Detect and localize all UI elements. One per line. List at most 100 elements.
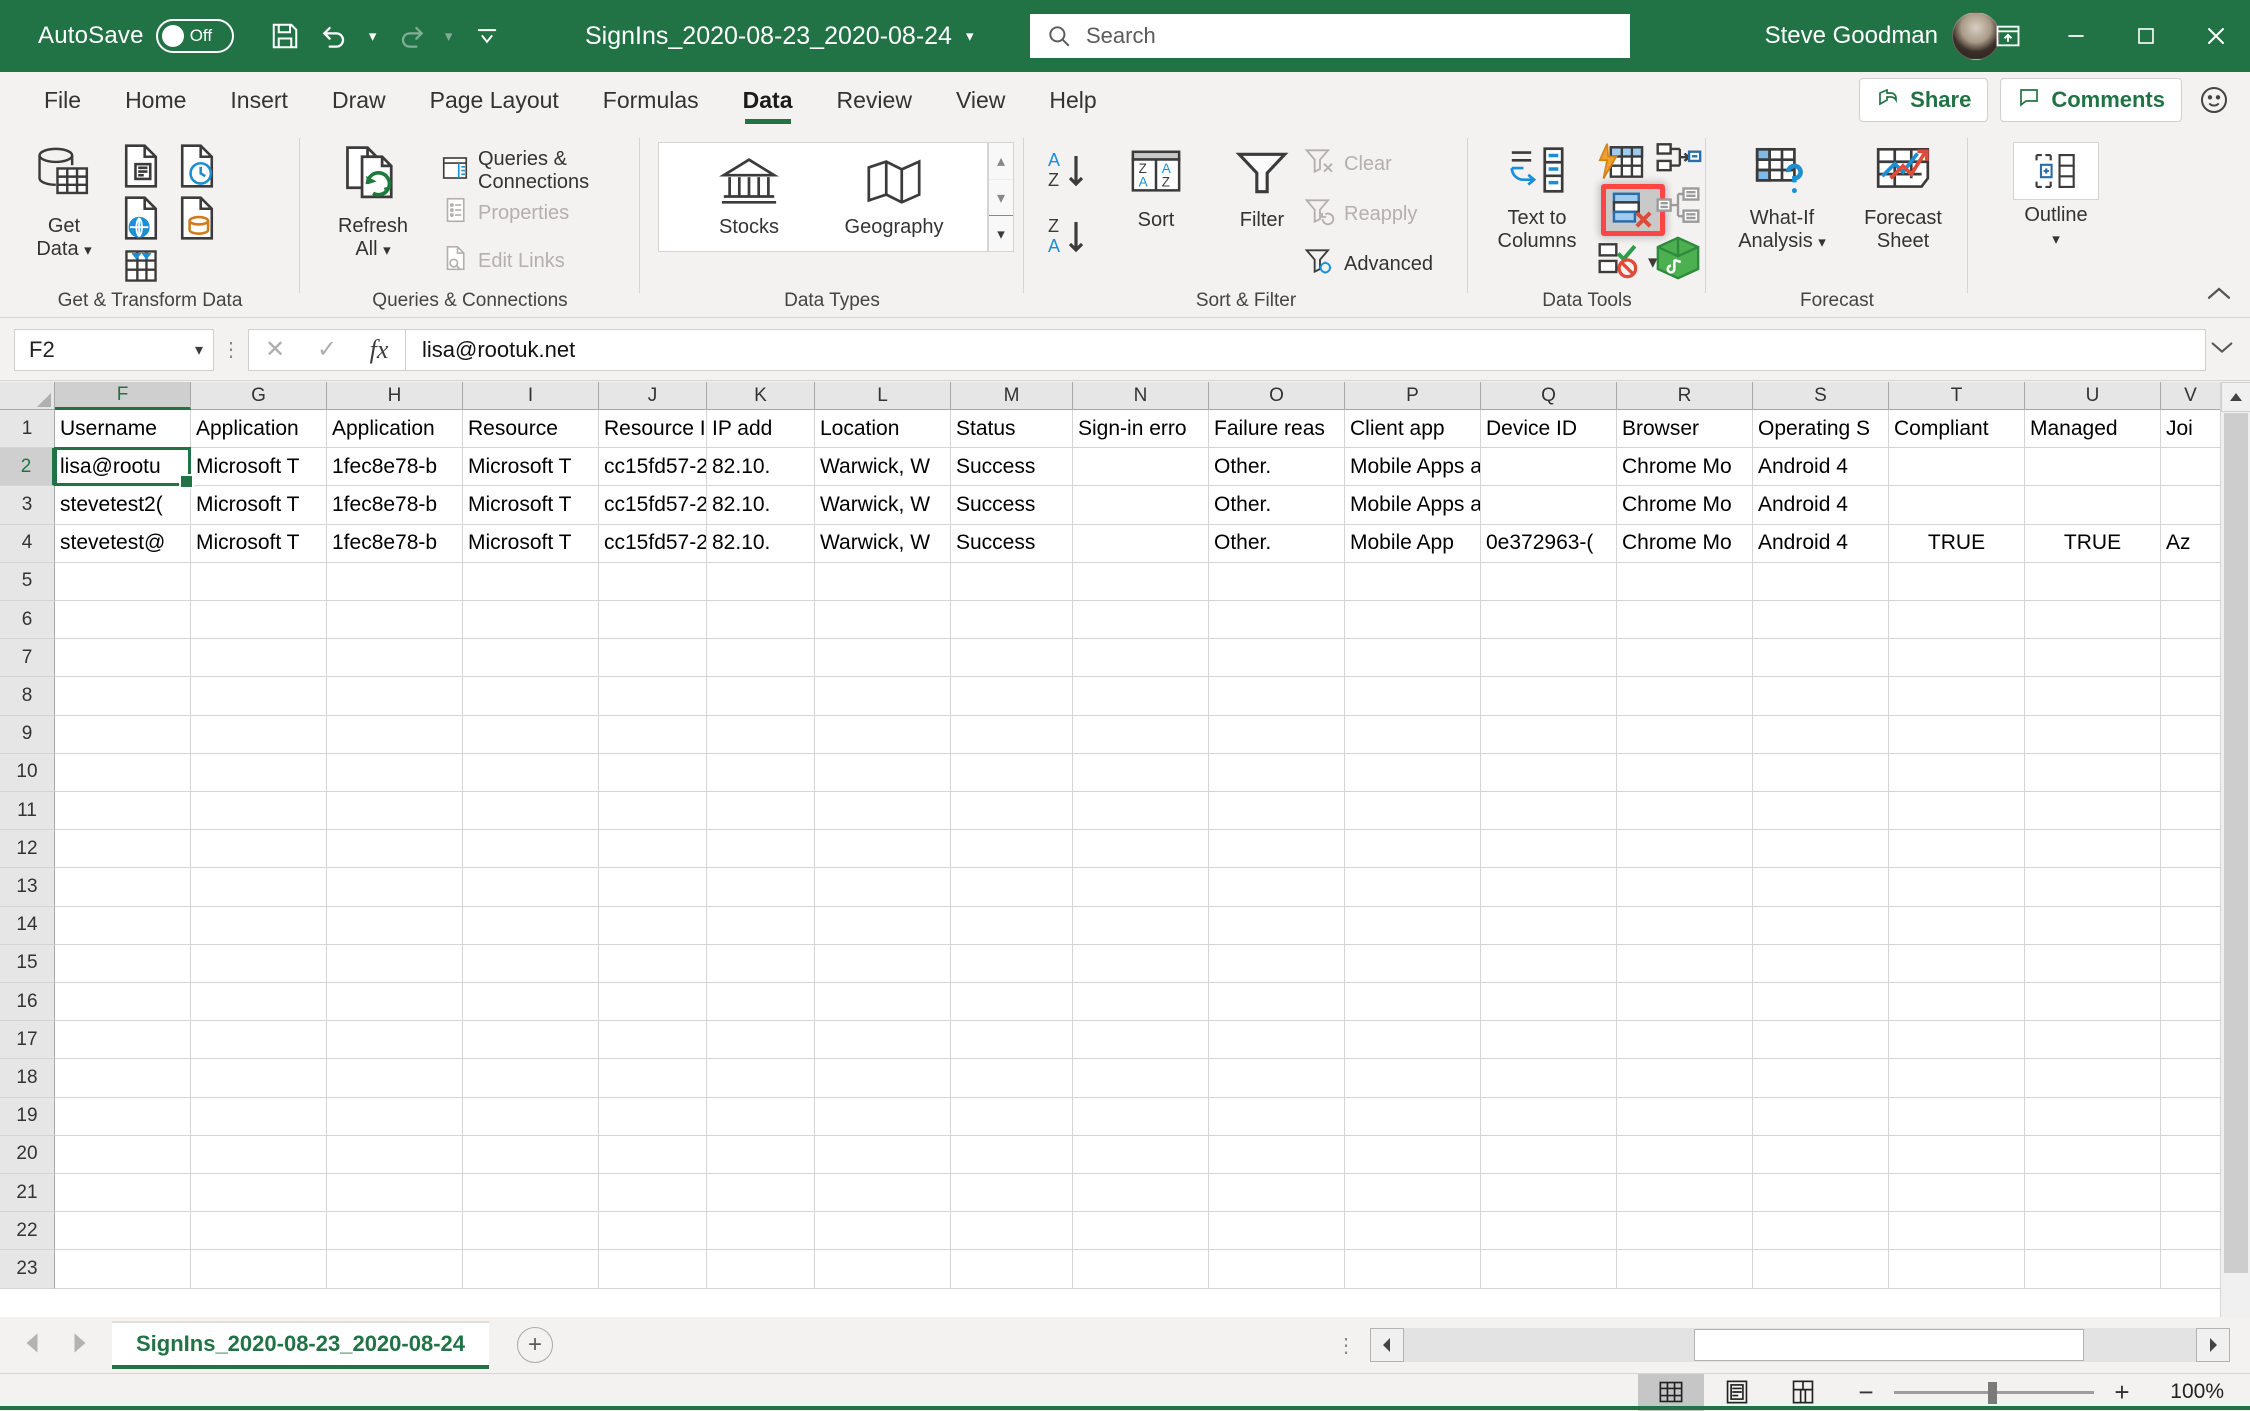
row-header-21[interactable]: 21 xyxy=(0,1174,55,1213)
cell-M7[interactable] xyxy=(951,639,1073,678)
cell-R12[interactable] xyxy=(1617,830,1753,869)
cell-J15[interactable] xyxy=(599,944,707,983)
page-break-preview-icon[interactable] xyxy=(1770,1374,1836,1411)
cell-U20[interactable] xyxy=(2025,1135,2161,1174)
cell-U11[interactable] xyxy=(2025,792,2161,831)
flash-fill-icon[interactable] xyxy=(1596,140,1644,189)
cell-G1[interactable]: Application xyxy=(191,410,327,449)
cell-N12[interactable] xyxy=(1073,830,1209,869)
tab-data[interactable]: Data xyxy=(721,72,815,128)
cell-N6[interactable] xyxy=(1073,601,1209,640)
cell-T19[interactable] xyxy=(1889,1097,2025,1136)
row-header-11[interactable]: 11 xyxy=(0,792,55,831)
cell-I4[interactable]: Microsoft T xyxy=(463,524,599,563)
row-header-18[interactable]: 18 xyxy=(0,1059,55,1098)
column-header-k[interactable]: K xyxy=(707,382,815,410)
spreadsheet-grid[interactable]: FGHIJKLMNOPQRSTUV 1 2 3 4 5 6 7 8 9 10 11 12 13 14 15 1… xyxy=(0,382,2250,1317)
column-header-p[interactable]: P xyxy=(1345,382,1481,410)
cell-O20[interactable] xyxy=(1209,1135,1345,1174)
cell-R7[interactable] xyxy=(1617,639,1753,678)
cell-G11[interactable] xyxy=(191,792,327,831)
horizontal-scrollbar[interactable] xyxy=(1370,1328,2230,1362)
cell-H1[interactable]: Application xyxy=(327,410,463,449)
cell-F14[interactable] xyxy=(55,906,191,945)
cell-U7[interactable] xyxy=(2025,639,2161,678)
data-validation-button[interactable]: ▾ xyxy=(1596,240,1658,285)
cell-S21[interactable] xyxy=(1753,1174,1889,1213)
tab-help[interactable]: Help xyxy=(1027,72,1118,128)
cell-U12[interactable] xyxy=(2025,830,2161,869)
cell-V10[interactable] xyxy=(2161,753,2221,792)
tab-home[interactable]: Home xyxy=(103,72,208,128)
customize-quick-access-icon[interactable] xyxy=(464,13,510,59)
cell-R5[interactable] xyxy=(1617,562,1753,601)
cell-Q23[interactable] xyxy=(1481,1250,1617,1289)
cell-O15[interactable] xyxy=(1209,944,1345,983)
cell-L20[interactable] xyxy=(815,1135,951,1174)
cell-S20[interactable] xyxy=(1753,1135,1889,1174)
cell-R9[interactable] xyxy=(1617,715,1753,754)
manage-data-model-icon[interactable] xyxy=(1654,236,1702,285)
cell-L13[interactable] xyxy=(815,868,951,907)
cell-J3[interactable]: cc15fd57-2 xyxy=(599,486,707,525)
cell-I2[interactable]: Microsoft T xyxy=(463,448,599,487)
cell-K18[interactable] xyxy=(707,1059,815,1098)
cell-N13[interactable] xyxy=(1073,868,1209,907)
cell-F16[interactable] xyxy=(55,983,191,1022)
cell-T14[interactable] xyxy=(1889,906,2025,945)
cell-F9[interactable] xyxy=(55,715,191,754)
cell-O2[interactable]: Other. xyxy=(1209,448,1345,487)
cell-M2[interactable]: Success xyxy=(951,448,1073,487)
cell-U18[interactable] xyxy=(2025,1059,2161,1098)
cell-R18[interactable] xyxy=(1617,1059,1753,1098)
column-header-j[interactable]: J xyxy=(599,382,707,410)
cell-Q22[interactable] xyxy=(1481,1212,1617,1251)
what-if-analysis-button[interactable]: What-If Analysis ▾ xyxy=(1718,142,1846,253)
cell-N18[interactable] xyxy=(1073,1059,1209,1098)
cell-K7[interactable] xyxy=(707,639,815,678)
cell-S4[interactable]: Android 4 xyxy=(1753,524,1889,563)
cell-G23[interactable] xyxy=(191,1250,327,1289)
cell-T20[interactable] xyxy=(1889,1135,2025,1174)
cell-S6[interactable] xyxy=(1753,601,1889,640)
get-data-button[interactable]: Get Data ▾ xyxy=(12,144,116,261)
cell-M13[interactable] xyxy=(951,868,1073,907)
maximize-icon[interactable] xyxy=(2110,0,2182,72)
cell-L4[interactable]: Warwick, W xyxy=(815,524,951,563)
cell-I8[interactable] xyxy=(463,677,599,716)
cell-S23[interactable] xyxy=(1753,1250,1889,1289)
cell-V6[interactable] xyxy=(2161,601,2221,640)
text-to-columns-button[interactable]: Text to Columns xyxy=(1476,142,1598,253)
cell-G12[interactable] xyxy=(191,830,327,869)
cell-P9[interactable] xyxy=(1345,715,1481,754)
cell-G21[interactable] xyxy=(191,1174,327,1213)
cell-O16[interactable] xyxy=(1209,983,1345,1022)
enter-icon[interactable]: ✓ xyxy=(301,329,353,371)
cell-H17[interactable] xyxy=(327,1021,463,1060)
column-header-m[interactable]: M xyxy=(951,382,1073,410)
cell-I9[interactable] xyxy=(463,715,599,754)
cell-K23[interactable] xyxy=(707,1250,815,1289)
undo-dropdown-icon[interactable]: ▾ xyxy=(362,13,384,59)
cell-P22[interactable] xyxy=(1345,1212,1481,1251)
row-header-7[interactable]: 7 xyxy=(0,639,55,678)
cell-P1[interactable]: Client app xyxy=(1345,410,1481,449)
sheet-bar-splitter[interactable]: ⋮ xyxy=(1336,1333,1356,1358)
cell-G6[interactable] xyxy=(191,601,327,640)
column-header-i[interactable]: I xyxy=(463,382,599,410)
gallery-scroll-down-icon[interactable]: ▾ xyxy=(989,179,1013,215)
advanced-filter-button[interactable]: Advanced xyxy=(1304,246,1433,282)
cell-F15[interactable] xyxy=(55,944,191,983)
redo-icon[interactable] xyxy=(388,13,434,59)
cell-R2[interactable]: Chrome Mo xyxy=(1617,448,1753,487)
cell-J11[interactable] xyxy=(599,792,707,831)
cell-Q5[interactable] xyxy=(1481,562,1617,601)
cell-N22[interactable] xyxy=(1073,1212,1209,1251)
cell-N16[interactable] xyxy=(1073,983,1209,1022)
from-web-icon[interactable] xyxy=(118,194,164,247)
cell-L1[interactable]: Location xyxy=(815,410,951,449)
cell-S3[interactable]: Android 4 xyxy=(1753,486,1889,525)
cell-P14[interactable] xyxy=(1345,906,1481,945)
cell-V3[interactable] xyxy=(2161,486,2221,525)
cell-J8[interactable] xyxy=(599,677,707,716)
